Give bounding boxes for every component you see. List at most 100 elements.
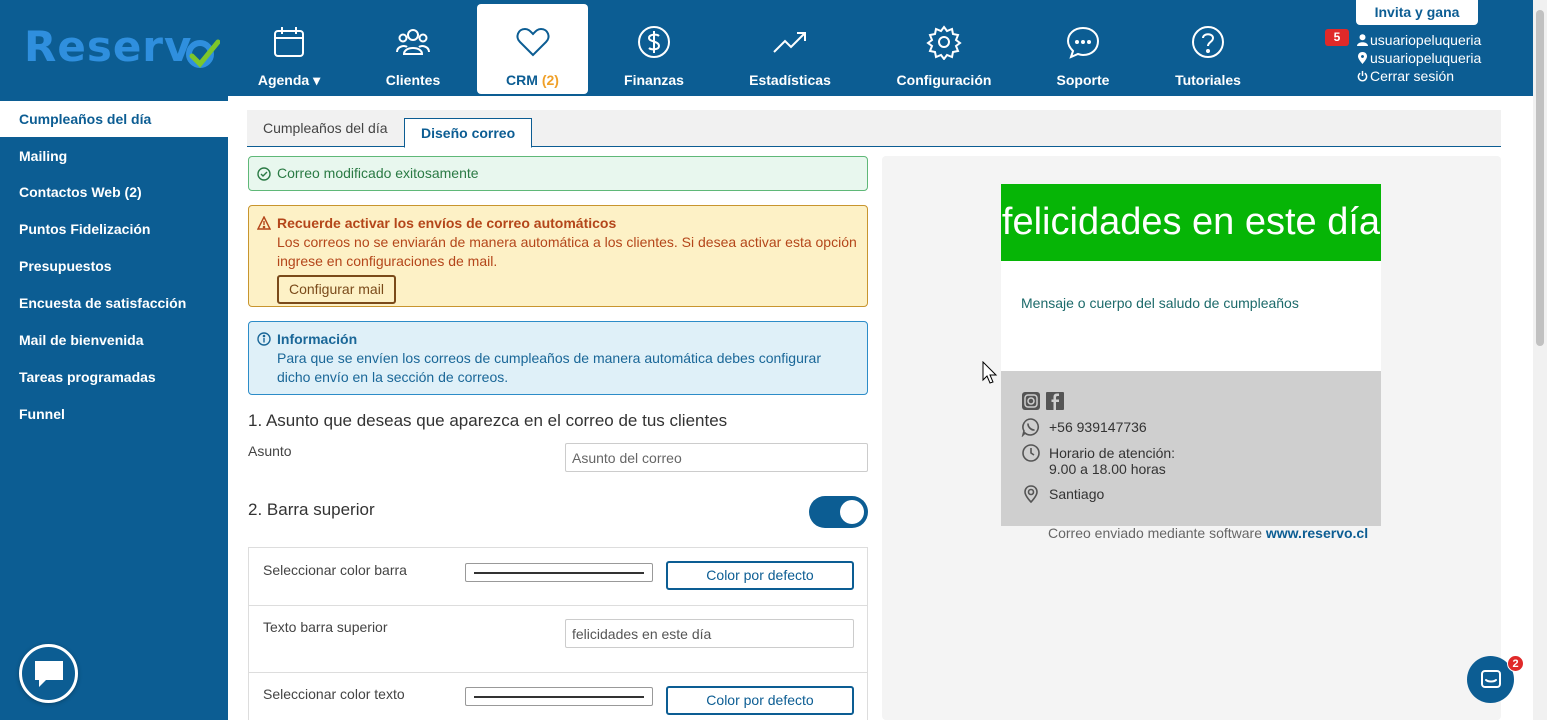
location-menu[interactable]: usuariopeluqueria — [1357, 50, 1481, 66]
power-icon — [1357, 70, 1368, 82]
chat-icon — [1480, 669, 1501, 688]
sent-by-line: Correo enviado mediante software www.res… — [1048, 525, 1368, 541]
nav-soporte-label: Soporte — [1056, 72, 1110, 88]
warning-body: Los correos no se enviarán de manera aut… — [277, 234, 857, 269]
nav-clientes[interactable]: Clientes — [354, 4, 472, 94]
text-color-picker[interactable] — [465, 687, 653, 706]
sidebar-item-mailing[interactable]: Mailing — [0, 138, 228, 174]
text-default-color-button[interactable]: Color por defecto — [666, 686, 854, 715]
live-chat-button[interactable] — [19, 644, 78, 703]
notification-badge[interactable]: 5 — [1325, 29, 1349, 46]
warning-alert: Recuerde activar los envíos de correo au… — [248, 205, 868, 307]
scrollbar-thumb[interactable] — [1536, 10, 1544, 346]
reservo-logo[interactable]: Reserv — [24, 22, 221, 72]
bar-text-input[interactable]: felicidades en este día — [565, 619, 854, 648]
nav-estadisticas-label: Estadísticas — [749, 72, 831, 88]
bar-text-label: Texto barra superior — [263, 619, 388, 635]
nav-clientes-label: Clientes — [385, 72, 441, 88]
logo-check-o — [186, 39, 221, 68]
social-icons — [1021, 391, 1065, 411]
nav-tutoriales[interactable]: Tutoriales — [1160, 4, 1256, 94]
sidebar-item-cumpleanos[interactable]: Cumpleaños del día — [0, 101, 228, 137]
nav-soporte[interactable]: Soporte — [1036, 4, 1130, 94]
sidebar-item-mail-bienvenida[interactable]: Mail de bienvenida — [0, 322, 228, 358]
nav-crm-label: CRM — [506, 72, 538, 88]
phone-row: +56 939147736 — [1021, 417, 1147, 437]
map-pin-icon — [1358, 52, 1367, 64]
info-alert: Información Para que se envíen los corre… — [248, 321, 868, 395]
hours-label: Horario de atención: — [1049, 445, 1176, 461]
nav-estadisticas[interactable]: Estadísticas — [730, 4, 850, 94]
subject-label: Asunto — [248, 443, 292, 459]
whatsapp-icon — [1021, 418, 1040, 437]
email-body-text: Mensaje o cuerpo del saludo de cumpleaño… — [1021, 295, 1299, 311]
reservo-link[interactable]: www.reservo.cl — [1266, 525, 1368, 541]
sidebar-item-contactos-web[interactable]: Contactos Web (2) — [0, 174, 228, 210]
nav-configuracion-label: Configuración — [896, 72, 992, 88]
bar-color-picker[interactable] — [465, 563, 653, 582]
success-message: Correo modificado exitosamente — [277, 165, 479, 181]
gear-icon — [926, 25, 962, 60]
logo-text: Reserv — [24, 22, 193, 71]
help-icon — [1192, 26, 1224, 58]
subject-input[interactable]: Asunto del correo — [565, 443, 868, 472]
nav-tutoriales-label: Tutoriales — [1175, 72, 1241, 88]
bar-default-color-button[interactable]: Color por defecto — [666, 561, 854, 590]
configure-mail-button[interactable]: Configurar mail — [277, 275, 396, 304]
tab-cumpleanos[interactable]: Cumpleaños del día — [247, 110, 404, 147]
logout-label: Cerrar sesión — [1370, 68, 1455, 84]
mouse-cursor-icon — [982, 361, 998, 384]
topbar-settings-panel: Seleccionar color barra Color por defect… — [248, 547, 868, 720]
sent-by-text: Correo enviado mediante software — [1048, 525, 1263, 541]
topbar-toggle[interactable] — [809, 496, 868, 528]
hours-block: Horario de atención: 9.00 a 18.00 horas — [1049, 445, 1175, 477]
email-body: Mensaje o cuerpo del saludo de cumpleaño… — [1001, 261, 1381, 371]
text-color-label: Seleccionar color texto — [263, 686, 405, 702]
heart-icon — [516, 27, 549, 57]
chat-bubble-icon — [34, 660, 63, 687]
check-circle-icon — [257, 167, 271, 181]
instagram-icon — [1022, 392, 1040, 410]
section-subject-title: 1. Asunto que deseas que aparezca en el … — [248, 411, 728, 430]
warning-title: Recuerde activar los envíos de correo au… — [277, 215, 617, 231]
city-text: Santiago — [1049, 486, 1105, 502]
tab-diseno-correo[interactable]: Diseño correo — [404, 118, 533, 148]
crm-count-badge: (2) — [541, 72, 559, 88]
invite-button[interactable]: Invita y gana — [1356, 0, 1478, 25]
warning-triangle-icon — [257, 216, 271, 230]
help-notification-badge: 2 — [1507, 655, 1524, 672]
sidebar-item-encuesta[interactable]: Encuesta de satisfacción — [0, 285, 228, 321]
sidebar-item-tareas[interactable]: Tareas programadas — [0, 359, 228, 395]
users-icon — [396, 29, 430, 55]
facebook-icon — [1046, 392, 1064, 410]
row-divider — [249, 672, 867, 673]
email-preview: felicidades en este día Mensaje o cuerpo… — [1001, 184, 1381, 526]
calendar-icon — [274, 27, 304, 57]
info-icon — [257, 332, 271, 346]
logout-link[interactable]: Cerrar sesión — [1357, 68, 1454, 84]
nav-crm-label-wrap: CRM (2) — [506, 72, 559, 88]
row-divider — [249, 605, 867, 606]
sidebar-item-presupuestos[interactable]: Presupuestos — [0, 248, 228, 284]
location-name: usuariopeluqueria — [1370, 50, 1482, 66]
nav-crm[interactable]: CRM (2) — [477, 4, 588, 94]
email-header-bar: felicidades en este día — [1001, 184, 1381, 261]
nav-finanzas[interactable]: Finanzas — [595, 4, 713, 94]
sidebar: Cumpleaños del día Mailing Contactos Web… — [0, 96, 228, 720]
chat-icon — [1066, 26, 1100, 59]
clock-icon — [1022, 444, 1040, 462]
user-icon — [1357, 34, 1368, 46]
bar-color-label: Seleccionar color barra — [263, 562, 407, 578]
dollar-icon — [638, 26, 670, 58]
info-title: Información — [277, 331, 358, 347]
user-menu[interactable]: usuariopeluqueria — [1357, 32, 1481, 48]
nav-agenda-label: Agenda ▾ — [257, 72, 321, 88]
trending-up-icon — [773, 32, 806, 53]
info-body: Para que se envíen los correos de cumple… — [277, 350, 821, 385]
username: usuariopeluqueria — [1370, 32, 1482, 48]
sidebar-item-funnel[interactable]: Funnel — [0, 396, 228, 432]
nav-agenda[interactable]: Agenda ▾ — [230, 4, 348, 94]
page-scrollbar[interactable] — [1533, 0, 1547, 720]
sidebar-item-puntos-fidelizacion[interactable]: Puntos Fidelización — [0, 211, 228, 247]
nav-configuracion[interactable]: Configuración — [886, 4, 1002, 94]
